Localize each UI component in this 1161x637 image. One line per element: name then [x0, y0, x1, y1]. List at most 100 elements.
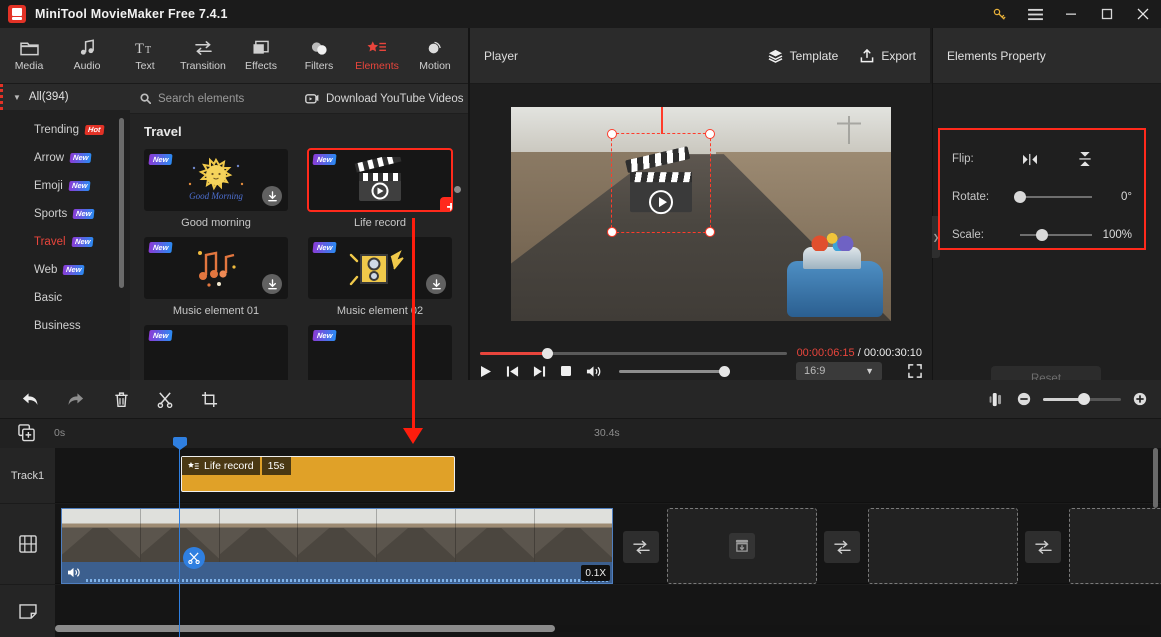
element-thumbnail[interactable]: New Good Morning: [144, 149, 288, 211]
tab-transition[interactable]: Transition: [174, 28, 232, 84]
drop-zone-2[interactable]: [868, 508, 1018, 584]
transition-button-3[interactable]: [1025, 531, 1061, 563]
search-input[interactable]: Search elements: [130, 93, 305, 105]
split-marker-icon[interactable]: [183, 547, 205, 569]
element-card-partial-2[interactable]: New: [308, 325, 452, 380]
timeline-vscrollbar[interactable]: [1153, 448, 1158, 508]
minimize-button[interactable]: [1053, 0, 1089, 28]
browser-scroll-dot[interactable]: [454, 186, 461, 193]
category-item-basic[interactable]: Basic: [0, 284, 130, 312]
undo-icon[interactable]: [20, 391, 39, 407]
scale-handle[interactable]: [1036, 229, 1048, 241]
resize-handle-top-right[interactable]: [705, 129, 715, 139]
element-card-music-01[interactable]: New Music element 01: [144, 237, 288, 317]
track-header-1[interactable]: Track1: [0, 448, 55, 503]
category-item-travel[interactable]: Travel New: [0, 228, 130, 256]
title-bar: MiniTool MovieMaker Free 7.4.1: [0, 0, 1161, 28]
split-view-icon[interactable]: [989, 392, 1005, 407]
category-item-trending[interactable]: Trending Hot: [0, 116, 130, 144]
seek-slider[interactable]: [480, 347, 787, 359]
tab-motion[interactable]: Motion: [406, 28, 464, 84]
tab-audio[interactable]: Audio: [58, 28, 116, 84]
seek-handle[interactable]: [542, 347, 554, 359]
aspect-ratio-select[interactable]: 16:9 ▼: [796, 361, 882, 381]
category-all[interactable]: ▼ All(394): [0, 84, 130, 110]
timeline-hscroll-thumb[interactable]: [55, 625, 555, 632]
volume-icon[interactable]: [67, 567, 80, 578]
category-item-sports[interactable]: Sports New: [0, 200, 130, 228]
stop-icon[interactable]: [560, 365, 572, 377]
clip-audio-bar[interactable]: [62, 562, 612, 583]
element-thumbnail[interactable]: New: [308, 237, 452, 299]
volume-handle[interactable]: [719, 365, 730, 377]
track-header-2[interactable]: [0, 504, 55, 584]
playhead-marker[interactable]: [173, 437, 187, 450]
timeline-clip-video[interactable]: 0.1X: [61, 508, 613, 584]
tab-filters[interactable]: Filters: [290, 28, 348, 84]
play-icon[interactable]: [480, 365, 492, 378]
flip-horizontal-icon[interactable]: [1022, 153, 1038, 166]
element-thumbnail[interactable]: New: [307, 148, 453, 212]
redo-icon[interactable]: [67, 391, 86, 407]
category-item-arrow[interactable]: Arrow New: [0, 144, 130, 172]
element-card-music-02[interactable]: New Music element 02: [308, 237, 452, 317]
close-button[interactable]: [1125, 0, 1161, 28]
element-selection-box[interactable]: [607, 107, 715, 237]
track-row-video[interactable]: 0.1X: [55, 504, 1161, 584]
playhead-line[interactable]: [179, 448, 180, 637]
track-header-3[interactable]: [0, 585, 55, 637]
rotate-slider[interactable]: [1014, 191, 1092, 203]
split-icon[interactable]: [157, 391, 173, 408]
volume-icon[interactable]: [586, 365, 601, 378]
next-frame-icon[interactable]: [533, 365, 546, 378]
transition-button-1[interactable]: [623, 531, 659, 563]
element-card-partial-1[interactable]: New: [144, 325, 288, 380]
resize-handle-bottom-right[interactable]: [705, 227, 715, 237]
download-icon[interactable]: [426, 274, 446, 294]
video-preview[interactable]: [511, 107, 891, 321]
zoom-in-icon[interactable]: [1133, 392, 1147, 406]
resize-handle-top-left[interactable]: [607, 129, 617, 139]
volume-slider[interactable]: [619, 365, 730, 377]
download-icon[interactable]: [262, 186, 282, 206]
crop-icon[interactable]: [201, 391, 218, 408]
drop-zone-1[interactable]: [667, 508, 817, 584]
transition-button-2[interactable]: [824, 531, 860, 563]
zoom-out-icon[interactable]: [1017, 392, 1031, 406]
tab-effects[interactable]: Effects: [232, 28, 290, 84]
add-element-button[interactable]: +: [440, 197, 452, 211]
track-row-elements[interactable]: Life record 15s: [55, 448, 1161, 503]
category-item-business[interactable]: Business: [0, 312, 130, 340]
download-youtube-button[interactable]: Download YouTube Videos: [305, 93, 463, 105]
maximize-button[interactable]: [1089, 0, 1125, 28]
category-scrollbar[interactable]: [119, 118, 124, 288]
timeline-clip-element[interactable]: Life record 15s: [181, 456, 455, 492]
resize-handle-bottom-left[interactable]: [607, 227, 617, 237]
scale-slider[interactable]: [1020, 229, 1092, 241]
drop-zone-3[interactable]: [1069, 508, 1161, 584]
tab-text[interactable]: TT Text: [116, 28, 174, 84]
timeline-zoom-slider[interactable]: [1043, 392, 1121, 405]
flip-vertical-icon[interactable]: [1078, 151, 1092, 167]
element-thumbnail[interactable]: New: [308, 325, 452, 380]
element-card-life-record[interactable]: New + Life record: [307, 148, 453, 229]
element-card-good-morning[interactable]: New Good Morning Good morning: [144, 149, 288, 229]
key-icon[interactable]: [981, 0, 1017, 28]
category-item-web[interactable]: Web New: [0, 256, 130, 284]
timeline-hscrollbar[interactable]: [55, 625, 1150, 632]
tab-media[interactable]: Media: [0, 28, 58, 84]
rotate-handle[interactable]: [1014, 191, 1026, 203]
timeline-zoom-handle[interactable]: [1077, 392, 1090, 405]
export-button[interactable]: Export: [860, 48, 916, 63]
template-button[interactable]: Template: [768, 49, 838, 63]
add-media-icon[interactable]: [18, 424, 35, 442]
element-thumbnail[interactable]: New: [144, 237, 288, 299]
element-thumbnail[interactable]: New: [144, 325, 288, 380]
previous-frame-icon[interactable]: [506, 365, 519, 378]
category-item-emoji[interactable]: Emoji New: [0, 172, 130, 200]
tab-elements[interactable]: Elements: [348, 28, 406, 84]
fullscreen-icon[interactable]: [908, 364, 922, 378]
hamburger-icon[interactable]: [1017, 0, 1053, 28]
download-icon[interactable]: [262, 274, 282, 294]
delete-icon[interactable]: [114, 391, 129, 408]
